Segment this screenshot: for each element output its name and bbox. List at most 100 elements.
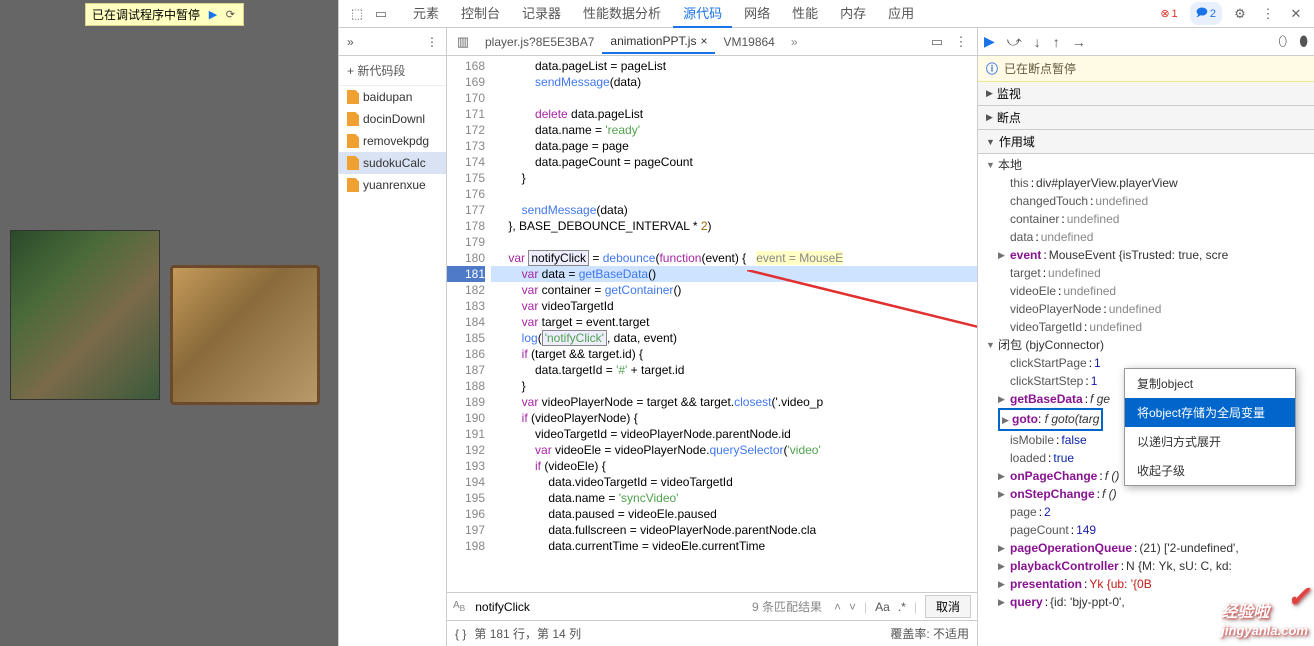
scope-variable[interactable]: videoEle: undefined [986,282,1314,300]
code-line[interactable]: if (videoEle) { [491,458,977,474]
line-number[interactable]: 174 [447,154,485,170]
code-line[interactable]: data.paused = videoEle.paused [491,506,977,522]
code-line[interactable] [491,186,977,202]
code-line[interactable]: log('notifyClick', data, event) [491,330,977,346]
code-line[interactable]: var target = event.target [491,314,977,330]
close-icon[interactable]: ✕ [1286,4,1306,24]
code-line[interactable]: sendMessage(data) [491,202,977,218]
code-line[interactable]: if (target && target.id) { [491,346,977,362]
scope-variable[interactable]: pageCount: 149 [986,521,1314,539]
error-badge[interactable]: ⊗ 1 [1156,6,1181,21]
line-number[interactable]: 194 [447,474,485,490]
code-line[interactable]: var notifyClick = debounce(function(even… [491,250,977,266]
file-item[interactable]: removekpdg [339,130,446,152]
code-line[interactable]: delete data.pageList [491,106,977,122]
code-line[interactable]: } [491,378,977,394]
tab-6[interactable]: 性能 [782,0,828,28]
line-number[interactable]: 182 [447,282,485,298]
prev-match-icon[interactable]: ˄ [834,600,841,614]
code-line[interactable]: var videoTargetId [491,298,977,314]
line-number[interactable]: 189 [447,394,485,410]
code-line[interactable]: data.fullscreen = videoPlayerNode.parent… [491,522,977,538]
scope-variable[interactable]: page: 2 [986,503,1314,521]
resume-icon[interactable]: ▶ [984,33,995,50]
line-number[interactable]: 176 [447,186,485,202]
line-number[interactable]: 183 [447,298,485,314]
pause-exceptions-icon[interactable]: ⬮ [1299,33,1308,50]
line-number[interactable]: 178 [447,218,485,234]
line-number[interactable]: 175 [447,170,485,186]
code-line[interactable]: var data = getBaseData() [491,266,977,282]
scope-variable[interactable]: container: undefined [986,210,1314,228]
more-icon[interactable]: ⋮ [426,35,438,49]
line-number[interactable]: 192 [447,442,485,458]
next-match-icon[interactable]: ˅ [849,600,856,614]
code-line[interactable]: sendMessage(data) [491,74,977,90]
breakpoints-section[interactable]: 断点 [978,106,1314,130]
step-icon[interactable]: ⟳ [223,8,237,22]
match-case-toggle[interactable]: Aa [875,600,890,614]
tab-4[interactable]: 源代码 [673,0,732,28]
line-number[interactable]: 193 [447,458,485,474]
tab-8[interactable]: 应用 [878,0,924,28]
code-line[interactable] [491,234,977,250]
line-number[interactable]: 181 [447,266,485,282]
inspect-icon[interactable]: ⬚ [347,4,367,24]
scope-variable[interactable]: ▶playbackController: N {M: Yk, sU: C, kd… [986,557,1314,575]
code-line[interactable]: if (videoPlayerNode) { [491,410,977,426]
line-number[interactable]: 168 [447,58,485,74]
resume-icon[interactable]: ▶ [206,8,220,22]
line-number[interactable]: 180 [447,250,485,266]
code-line[interactable]: data.pageList = pageList [491,58,977,74]
line-number[interactable]: 179 [447,234,485,250]
code-line[interactable]: data.targetId = '#' + target.id [491,362,977,378]
line-number[interactable]: 191 [447,426,485,442]
editor-tab[interactable]: animationPPT.js× [602,30,715,54]
cancel-button[interactable]: 取消 [925,595,971,618]
case-icon[interactable]: AB [453,600,465,613]
line-number[interactable]: 188 [447,378,485,394]
scope-variable[interactable]: ▶pageOperationQueue: (21) ['2-undefined'… [986,539,1314,557]
code-line[interactable]: data.currentTime = videoEle.currentTime [491,538,977,554]
scope-header[interactable]: ▼本地 [986,156,1314,174]
file-item[interactable]: yuanrenxue [339,174,446,196]
tab-7[interactable]: 内存 [830,0,876,28]
code-line[interactable] [491,90,977,106]
step-into-icon[interactable]: ↓ [1034,34,1041,50]
message-badge[interactable]: 🗩 2 [1190,2,1222,25]
line-number[interactable]: 184 [447,314,485,330]
tab-2[interactable]: 记录器 [512,0,571,28]
nav-icon[interactable]: ▥ [453,32,473,52]
line-number[interactable]: 196 [447,506,485,522]
line-number[interactable]: 172 [447,122,485,138]
line-number[interactable]: 177 [447,202,485,218]
new-snippet-button[interactable]: + 新代码段 [339,56,446,86]
scope-variable[interactable]: data: undefined [986,228,1314,246]
more-tabs-icon[interactable]: » [791,35,798,49]
step-icon[interactable]: → [1072,34,1086,50]
scope-header[interactable]: ▼闭包 (bjyConnector) [986,336,1314,354]
code-line[interactable]: var videoEle = videoPlayerNode.querySele… [491,442,977,458]
line-number[interactable]: 169 [447,74,485,90]
settings-icon[interactable]: ⚙ [1230,4,1250,24]
tab-3[interactable]: 性能数据分析 [573,0,671,28]
file-item[interactable]: baidupan [339,86,446,108]
context-menu-item[interactable]: 将object存储为全局变量 [1125,398,1295,427]
more-icon[interactable]: ⋮ [951,32,971,52]
scope-variable[interactable]: target: undefined [986,264,1314,282]
code-line[interactable]: data.page = page [491,138,977,154]
code-line[interactable]: var container = getContainer() [491,282,977,298]
regex-toggle[interactable]: .* [898,600,906,614]
tab-1[interactable]: 控制台 [451,0,510,28]
watch-section[interactable]: 监视 [978,82,1314,106]
line-number[interactable]: 170 [447,90,485,106]
context-menu-item[interactable]: 复制object [1125,369,1295,398]
scope-variable[interactable]: ▶onStepChange: f () [986,485,1314,503]
run-icon[interactable]: ▭ [927,32,947,52]
scope-variable[interactable]: ▶event: MouseEvent {isTrusted: true, scr… [986,246,1314,264]
line-number[interactable]: 185 [447,330,485,346]
code-line[interactable]: var videoPlayerNode = target && target.c… [491,394,977,410]
file-item[interactable]: sudokuCalc [339,152,446,174]
code-line[interactable]: data.name = 'ready' [491,122,977,138]
scope-section[interactable]: 作用域 [978,130,1314,154]
